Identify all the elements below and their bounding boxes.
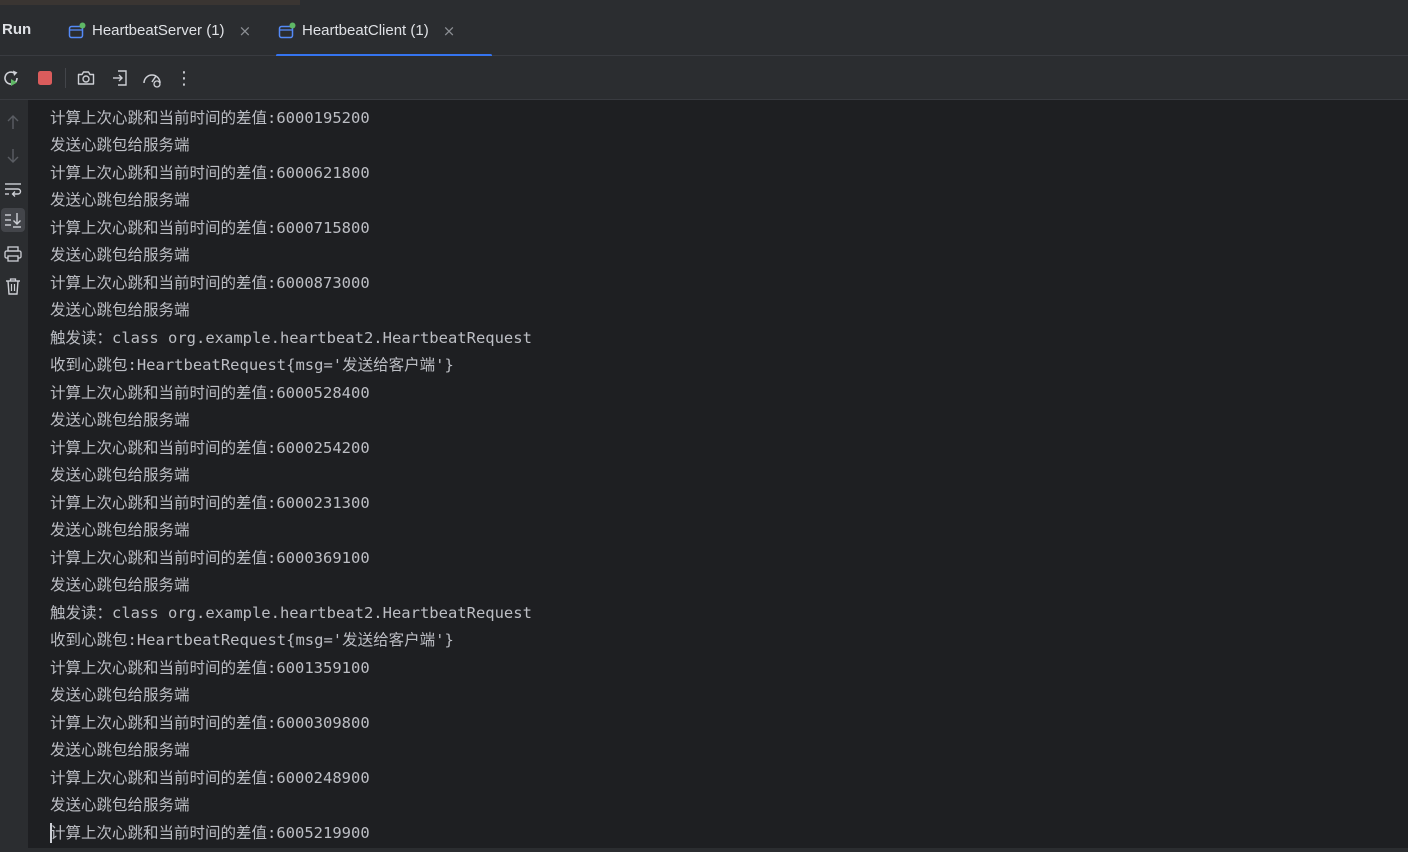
- console-side-toolbar: [0, 100, 28, 852]
- performance-icon[interactable]: [140, 66, 164, 90]
- console-line: 计算上次心跳和当前时间的差值:6000715800: [50, 218, 370, 237]
- run-toolbar: ⋮: [0, 56, 1408, 100]
- soft-wrap-icon[interactable]: [1, 177, 25, 201]
- tab-label: HeartbeatServer (1): [92, 22, 225, 39]
- console-line: 发送心跳包给服务端: [50, 686, 190, 704]
- console-line: 发送心跳包给服务端: [50, 246, 190, 264]
- console-line: 计算上次心跳和当前时间的差值:6000195200: [50, 108, 370, 127]
- console-line: 触发读：class org.example.heartbeat2.Heartbe…: [50, 328, 532, 347]
- trash-icon[interactable]: [1, 274, 25, 298]
- console-line: 发送心跳包给服务端: [50, 466, 190, 484]
- console-line: 收到心跳包:HeartbeatRequest{msg='发送给客户端'}: [50, 631, 454, 649]
- print-icon[interactable]: [1, 242, 25, 266]
- tab-label: HeartbeatClient (1): [302, 22, 429, 39]
- scroll-to-end-icon[interactable]: [1, 208, 25, 232]
- console-line: 触发读：class org.example.heartbeat2.Heartbe…: [50, 603, 532, 622]
- console-line: 发送心跳包给服务端: [50, 576, 190, 594]
- console-line: 发送心跳包给服务端: [50, 411, 190, 429]
- console-line: 计算上次心跳和当前时间的差值:6000254200: [50, 438, 370, 457]
- console-line: 发送心跳包给服务端: [50, 136, 190, 154]
- close-icon[interactable]: ×: [443, 22, 456, 40]
- console-line: 发送心跳包给服务端: [50, 796, 190, 814]
- console-line: 发送心跳包给服务端: [50, 191, 190, 209]
- console-line: 计算上次心跳和当前时间的差值:6000309800: [50, 713, 370, 732]
- tab-heartbeat-server[interactable]: HeartbeatServer (1) ×: [66, 5, 272, 56]
- stop-icon[interactable]: [33, 66, 57, 90]
- run-config-icon: [68, 22, 86, 40]
- rerun-icon[interactable]: [0, 66, 24, 90]
- bottom-edge: [0, 848, 1408, 852]
- console-line: 计算上次心跳和当前时间的差值:6000873000: [50, 273, 370, 292]
- console-line: 计算上次心跳和当前时间的差值:6000231300: [50, 493, 370, 512]
- console-line: 发送心跳包给服务端: [50, 741, 190, 759]
- camera-icon[interactable]: [74, 66, 98, 90]
- toolbar-divider: [65, 68, 66, 88]
- close-icon[interactable]: ×: [239, 22, 252, 40]
- run-config-icon: [278, 22, 296, 40]
- console-output[interactable]: 计算上次心跳和当前时间的差值:6000195200 发送心跳包给服务端 计算上次…: [29, 100, 1408, 852]
- console-line: 发送心跳包给服务端: [50, 301, 190, 319]
- console-line: 计算上次心跳和当前时间的差值:6000369100: [50, 548, 370, 567]
- arrow-up-icon[interactable]: [1, 110, 25, 134]
- exit-icon[interactable]: [108, 66, 132, 90]
- console-line: 计算上次心跳和当前时间的差值:6001359100: [50, 658, 370, 677]
- console-line: 收到心跳包:HeartbeatRequest{msg='发送给客户端'}: [50, 356, 454, 374]
- run-label: Run: [2, 21, 32, 38]
- console-line: 计算上次心跳和当前时间的差值:6000528400: [50, 383, 370, 402]
- console-line: 发送心跳包给服务端: [50, 521, 190, 539]
- console-line: 计算上次心跳和当前时间的差值:6000621800: [50, 163, 370, 182]
- run-tab-bar: Run HeartbeatServer (1) × HeartbeatClien…: [0, 5, 1408, 57]
- tab-heartbeat-client[interactable]: HeartbeatClient (1) ×: [276, 5, 492, 57]
- more-icon[interactable]: ⋮: [172, 66, 196, 90]
- console-line: 计算上次心跳和当前时间的差值:6005219900: [50, 823, 370, 842]
- arrow-down-icon[interactable]: [1, 144, 25, 168]
- console-line: 计算上次心跳和当前时间的差值:6000248900: [50, 768, 370, 787]
- text-caret: [50, 823, 52, 843]
- run-tool-window: Run HeartbeatServer (1) × HeartbeatClien…: [0, 0, 1408, 852]
